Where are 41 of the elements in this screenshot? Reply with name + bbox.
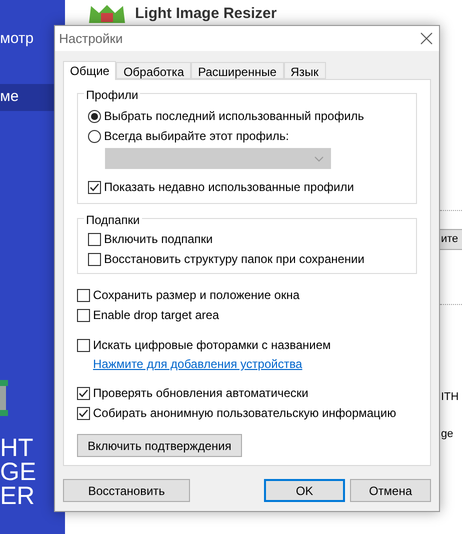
chevron-down-icon bbox=[314, 156, 324, 162]
checkbox-label: Проверять обновления автоматически bbox=[93, 385, 308, 402]
add-device-link[interactable]: Нажмите для добавления устройства bbox=[93, 355, 302, 373]
text: ge bbox=[440, 426, 454, 442]
radio-label: Всегда выбирайте этот профиль: bbox=[104, 128, 289, 145]
radio-button[interactable] bbox=[88, 110, 101, 122]
text: ITH bbox=[440, 390, 460, 405]
checkbox[interactable] bbox=[77, 288, 90, 302]
window-title: Настройки bbox=[59, 30, 123, 48]
checkbox[interactable] bbox=[77, 338, 90, 352]
dialog-button[interactable]: OK bbox=[264, 479, 345, 502]
radio-button[interactable] bbox=[88, 130, 101, 142]
checkbox[interactable] bbox=[77, 386, 90, 400]
checkbox[interactable] bbox=[88, 180, 101, 194]
checkbox-label: Enable drop target area bbox=[93, 307, 220, 324]
tab[interactable]: Расширенные bbox=[191, 62, 284, 79]
tab[interactable]: Язык bbox=[284, 62, 326, 79]
tab[interactable]: Обработка bbox=[116, 62, 191, 79]
logo-text: GE bbox=[0, 460, 38, 484]
checkbox[interactable] bbox=[77, 406, 90, 420]
checkbox-label: Сохранить размер и положение окна bbox=[93, 287, 300, 304]
dialog-button[interactable]: Отмена bbox=[350, 479, 431, 502]
checkbox-label: Собирать анонимную пользовательскую информацию bbox=[93, 405, 396, 422]
app-title: Light Image Resizer bbox=[135, 5, 277, 23]
checkbox[interactable] bbox=[77, 308, 90, 322]
close-icon[interactable] bbox=[420, 32, 433, 45]
tab[interactable]: Общие bbox=[63, 61, 116, 80]
checkbox-label: Включить подпапки bbox=[104, 231, 213, 248]
app-logo-icon bbox=[87, 3, 127, 25]
checkbox[interactable] bbox=[88, 232, 101, 246]
checkbox-label: Искать цифровые фоторамки с названием bbox=[93, 337, 331, 354]
checkbox-label: Восстановить структуру папок при сохранении bbox=[104, 251, 364, 268]
radio-label: Выбрать последний использованный профиль bbox=[104, 108, 364, 125]
checkbox-label: Показать недавно использованные профили bbox=[104, 179, 354, 196]
enable-confirmations-button[interactable]: Включить подтверждения bbox=[77, 434, 242, 457]
logo-text: HT bbox=[0, 436, 34, 460]
logo-text: ER bbox=[0, 484, 36, 508]
checkbox[interactable] bbox=[88, 252, 101, 266]
button[interactable]: ите bbox=[440, 229, 462, 250]
logo-icon bbox=[0, 380, 8, 416]
dialog-button[interactable]: Восстановить bbox=[63, 479, 190, 502]
